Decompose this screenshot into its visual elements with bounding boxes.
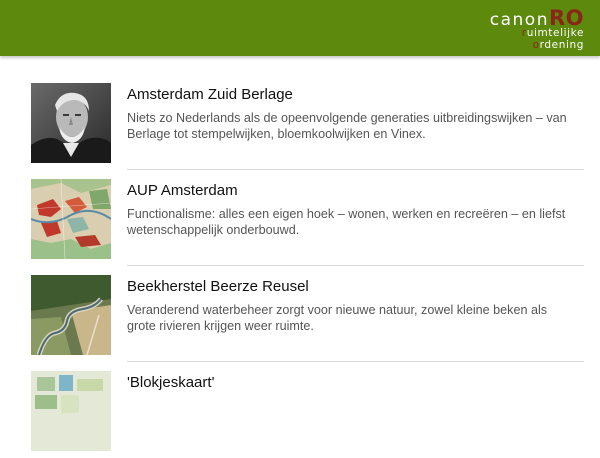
item-title: 'Blokjeskaart' (127, 374, 215, 391)
logo-subtitle-line2: ordening (532, 39, 584, 51)
list-item-aup-amsterdam[interactable]: AUP Amsterdam Functionalisme: alles een … (0, 170, 600, 266)
thumbnail-aerial-photo (31, 275, 111, 355)
item-title: Amsterdam Zuid Berlage (127, 86, 293, 103)
app-header: canonRO ruimtelijke ordening (0, 0, 600, 56)
thumbnail-portrait (31, 83, 111, 163)
thumbnail-map (31, 371, 111, 451)
thumbnail-plan-map (31, 179, 111, 259)
item-description: Niets zo Nederlands als de opeenvolgende… (127, 111, 567, 141)
list-item-amsterdam-zuid[interactable]: Amsterdam Zuid Berlage Niets zo Nederlan… (0, 74, 600, 170)
list-item-blokjeskaart[interactable]: 'Blokjeskaart' (0, 362, 600, 458)
logo-subtitle-line1: ruimtelijke (521, 27, 584, 39)
canon-ro-logo[interactable]: canonRO ruimtelijke ordening (484, 6, 584, 54)
list-item-beekherstel[interactable]: Beekherstel Beerze Reusel Veranderend wa… (0, 266, 600, 362)
item-title: AUP Amsterdam (127, 182, 238, 199)
canon-list: Amsterdam Zuid Berlage Niets zo Nederlan… (0, 56, 600, 458)
item-description: Veranderend waterbeheer zorgt voor nieuw… (127, 303, 548, 333)
item-description: Functionalisme: alles een eigen hoek – w… (127, 207, 566, 237)
item-title: Beekherstel Beerze Reusel (127, 278, 309, 295)
